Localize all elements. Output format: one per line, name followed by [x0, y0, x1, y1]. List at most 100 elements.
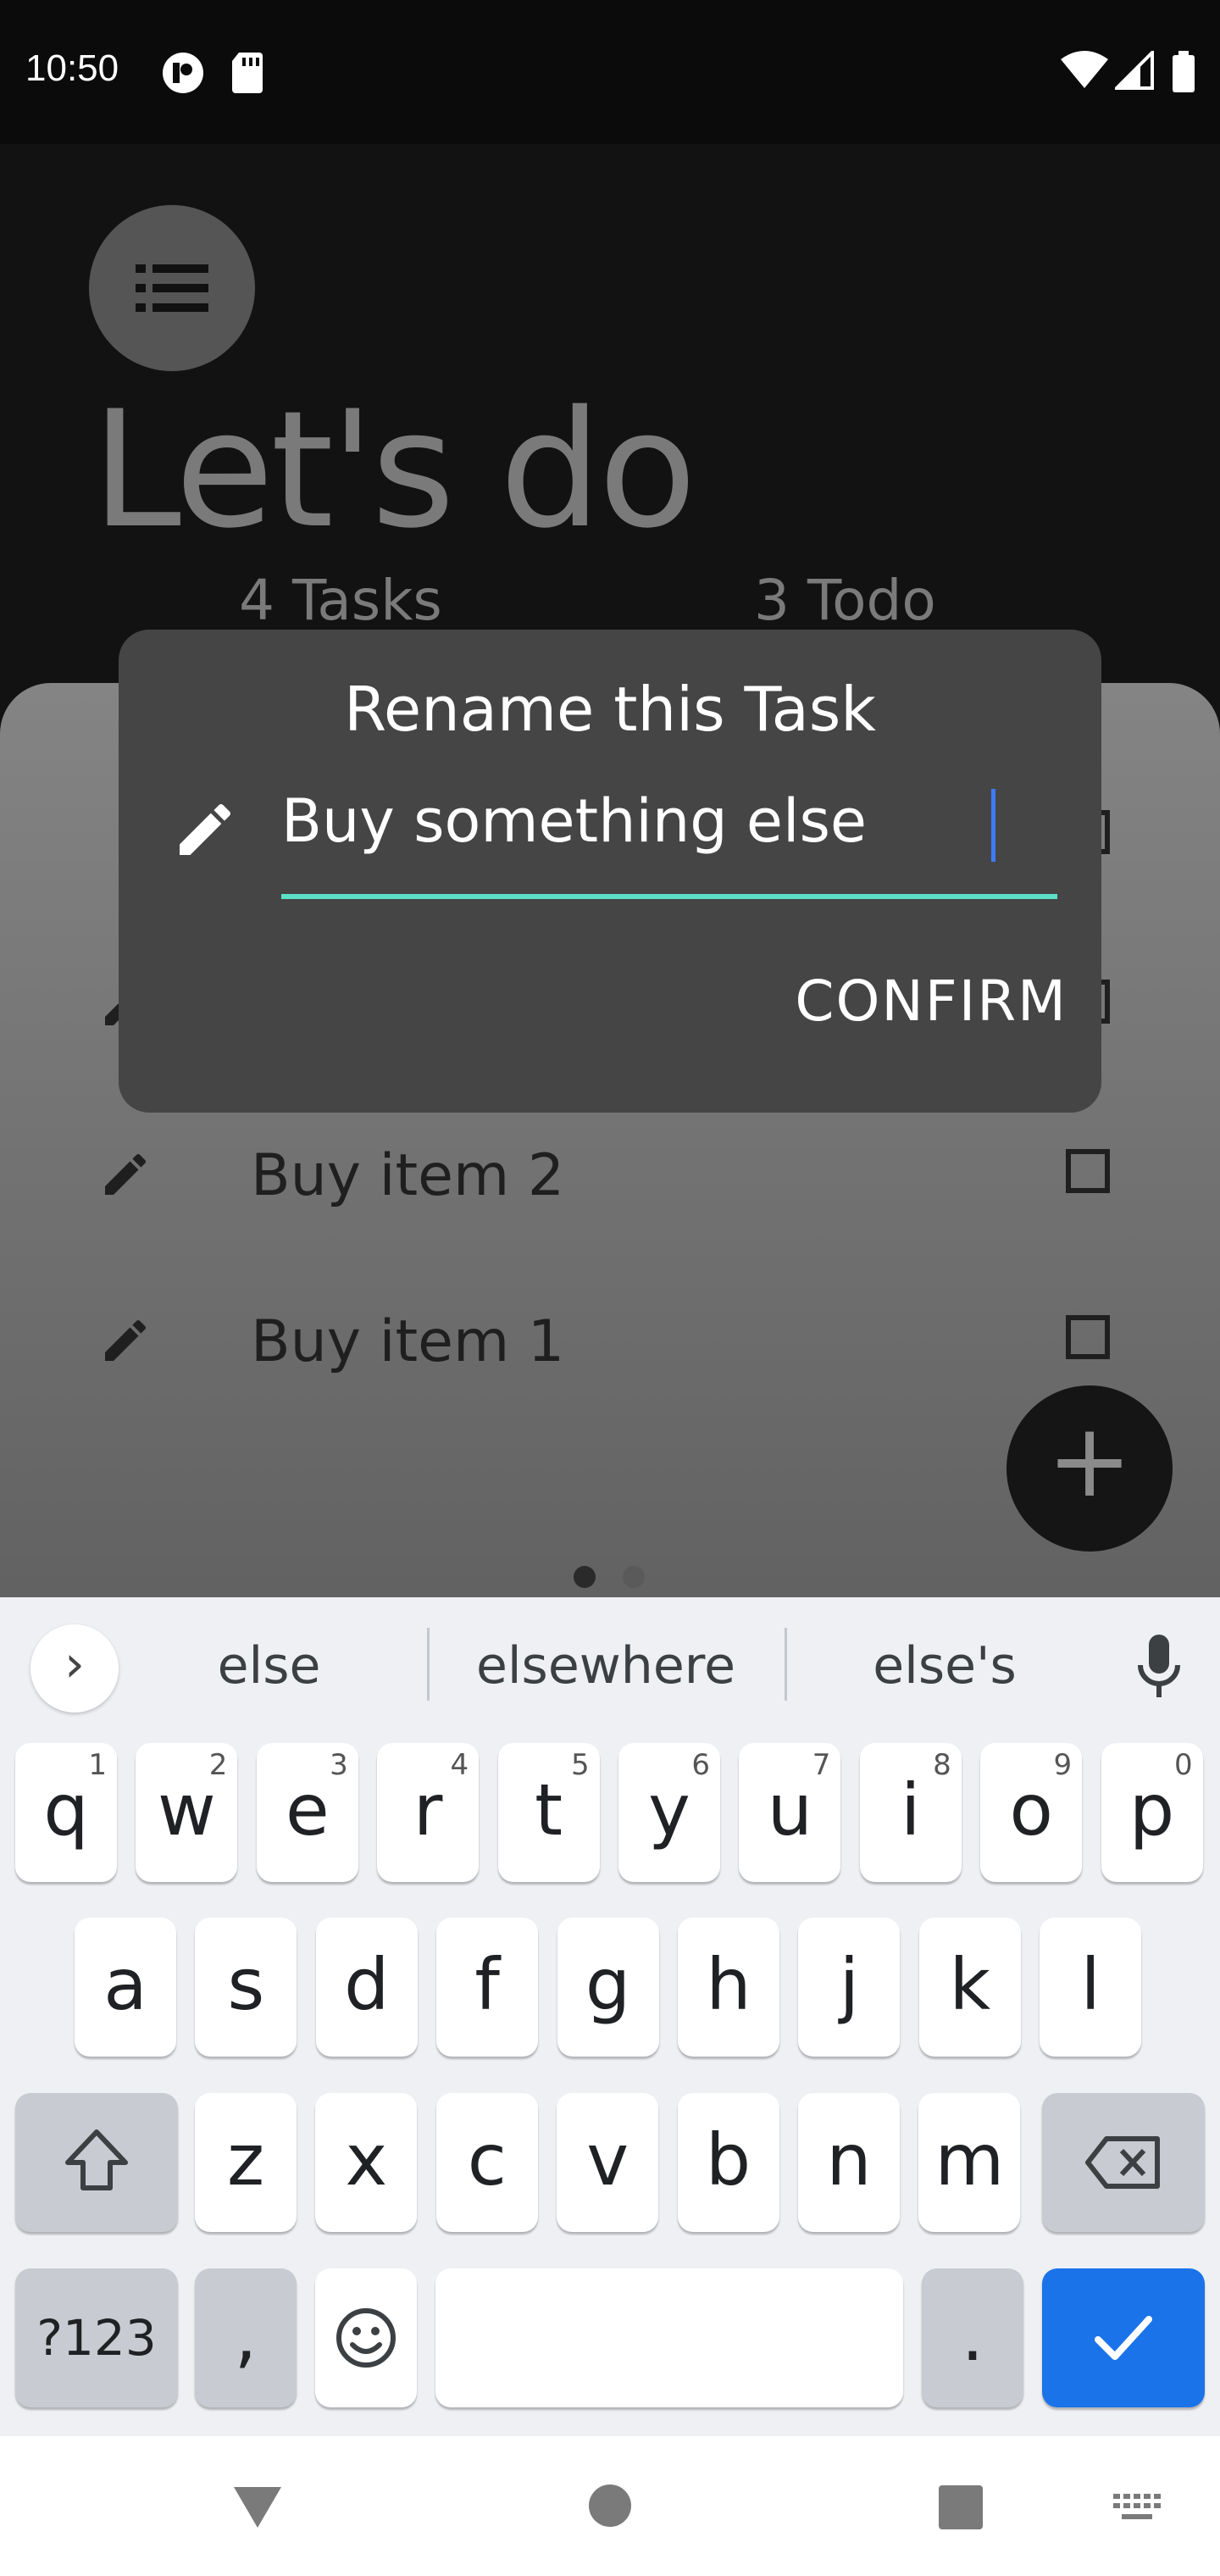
- key-label: m: [934, 2118, 1005, 2201]
- backspace-icon: [1085, 2136, 1160, 2189]
- key-hint: 3: [330, 1748, 348, 1782]
- space-key[interactable]: [435, 2268, 903, 2407]
- key-hint: 8: [933, 1748, 951, 1782]
- wifi-icon: [1061, 51, 1108, 88]
- edit-icon: [180, 803, 231, 855]
- task-row[interactable]: Buy item 2: [0, 1098, 1220, 1251]
- suggestion-divider: [427, 1628, 430, 1701]
- key-hint: 4: [450, 1748, 469, 1782]
- key-label: l: [1080, 1943, 1101, 2026]
- key-g[interactable]: g: [557, 1918, 659, 2057]
- microphone-icon[interactable]: [1135, 1631, 1183, 1702]
- cell-signal-icon: [1115, 51, 1154, 90]
- key-hint: 6: [691, 1748, 710, 1782]
- key-hint: 5: [570, 1748, 590, 1782]
- battery-icon: [1173, 51, 1195, 92]
- emoji-key[interactable]: [315, 2268, 417, 2407]
- sd-card-icon: [232, 53, 263, 93]
- task-checkbox[interactable]: [1066, 1315, 1110, 1359]
- key-m[interactable]: m: [918, 2093, 1021, 2232]
- key-j[interactable]: j: [798, 1918, 901, 2057]
- key-k[interactable]: k: [918, 1918, 1021, 2057]
- edit-icon[interactable]: [98, 1313, 152, 1368]
- key-t[interactable]: t5: [497, 1743, 600, 1882]
- comma-key[interactable]: ,: [195, 2268, 297, 2407]
- key-label: k: [949, 1943, 991, 2026]
- key-label: h: [706, 1943, 751, 2026]
- soft-keyboard: › else elsewhere else's ?123 , . q 1 w 2…: [0, 1597, 1220, 2436]
- symbols-key[interactable]: ?123: [15, 2268, 178, 2407]
- todo-count: 3 Todo: [754, 568, 936, 633]
- key-f[interactable]: f: [436, 1918, 539, 2057]
- shift-key[interactable]: [15, 2093, 178, 2232]
- recents-icon[interactable]: [939, 2485, 983, 2529]
- key-o[interactable]: o9: [980, 1743, 1083, 1882]
- key-p[interactable]: p0: [1101, 1743, 1203, 1882]
- suggestion-item[interactable]: else: [152, 1636, 385, 1696]
- key-label: s: [227, 1943, 265, 2026]
- rename-dialog: Rename this Task CONFIRM: [119, 630, 1101, 1113]
- page-indicator-active: [574, 1566, 596, 1588]
- key-s[interactable]: s: [195, 1918, 297, 2057]
- chevron-right-icon: ›: [64, 1635, 85, 1694]
- key-n[interactable]: n: [798, 2093, 900, 2232]
- list-icon: [136, 264, 208, 312]
- edit-icon[interactable]: [98, 1147, 152, 1202]
- key-l[interactable]: l: [1040, 1918, 1142, 2057]
- key-e[interactable]: e3: [256, 1743, 358, 1882]
- status-bar: 10:50: [0, 0, 1220, 144]
- key-a[interactable]: a: [75, 1918, 176, 2057]
- task-row[interactable]: Buy item 1: [0, 1264, 1220, 1417]
- key-c[interactable]: c: [435, 2093, 538, 2232]
- back-icon[interactable]: [230, 2484, 285, 2531]
- add-task-button[interactable]: +: [1006, 1385, 1173, 1552]
- period-key[interactable]: .: [922, 2268, 1023, 2407]
- text-cursor: [991, 789, 995, 862]
- task-name-input[interactable]: [281, 784, 1057, 858]
- key-r[interactable]: r4: [377, 1743, 480, 1882]
- key-w[interactable]: w2: [136, 1743, 238, 1882]
- key-label: a: [103, 1943, 147, 2026]
- suggestion-divider: [785, 1628, 787, 1701]
- task-label: Buy item 2: [251, 1142, 565, 1209]
- menu-button[interactable]: [89, 205, 255, 371]
- confirm-button[interactable]: CONFIRM: [695, 969, 1068, 1053]
- page-title: Let's do: [92, 376, 696, 564]
- key-label: c: [467, 2118, 507, 2201]
- key-hint: 0: [1173, 1748, 1193, 1782]
- key-x[interactable]: x: [315, 2093, 418, 2232]
- key-hint: 1: [88, 1748, 107, 1782]
- enter-key[interactable]: [1042, 2268, 1205, 2407]
- key-hint: 2: [208, 1748, 228, 1782]
- suggestion-item[interactable]: elsewhere: [466, 1636, 746, 1696]
- system-nav-bar: [0, 2436, 1220, 2576]
- key-z[interactable]: z: [195, 2093, 297, 2232]
- key-b[interactable]: b: [677, 2093, 779, 2232]
- key-q[interactable]: q1: [15, 1743, 117, 1882]
- key-d[interactable]: d: [315, 1918, 418, 2057]
- key-y[interactable]: y6: [618, 1743, 720, 1882]
- keyboard-switch-icon[interactable]: [1113, 2494, 1162, 2524]
- key-i[interactable]: i8: [859, 1743, 962, 1882]
- key-label: f: [474, 1943, 500, 2026]
- key-label: d: [344, 1943, 390, 2026]
- key-hint: 9: [1053, 1748, 1073, 1782]
- key-label: n: [826, 2118, 872, 2201]
- key-label: z: [226, 2118, 265, 2201]
- backspace-key[interactable]: [1042, 2093, 1205, 2232]
- home-icon[interactable]: [588, 2484, 632, 2528]
- task-label: Buy item 1: [251, 1308, 565, 1375]
- tasks-count: 4 Tasks: [239, 568, 442, 633]
- key-v[interactable]: v: [557, 2093, 659, 2232]
- shift-icon: [65, 2129, 128, 2190]
- key-label: v: [586, 2118, 629, 2201]
- suggestion-expand-button[interactable]: ›: [30, 1624, 119, 1713]
- key-u[interactable]: u7: [739, 1743, 841, 1882]
- key-h[interactable]: h: [678, 1918, 779, 2057]
- page-indicator: [623, 1566, 645, 1588]
- task-checkbox[interactable]: [1066, 1149, 1110, 1193]
- key-hint: 7: [812, 1748, 831, 1782]
- key-label: x: [345, 2118, 388, 2201]
- key-label: j: [839, 1943, 860, 2026]
- suggestion-item[interactable]: else's: [822, 1636, 1068, 1696]
